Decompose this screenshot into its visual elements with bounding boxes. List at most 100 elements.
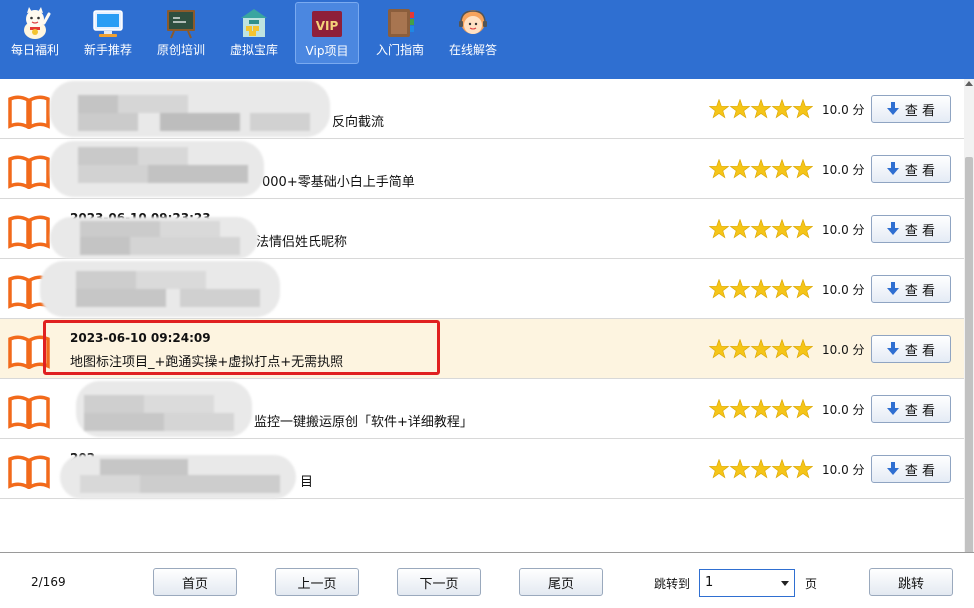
scroll-up-arrow-icon[interactable] bbox=[965, 81, 973, 86]
view-button[interactable]: 查 看 bbox=[871, 95, 951, 123]
toolbar-item-daily-welfare[interactable]: 每日福利 bbox=[3, 2, 67, 64]
last-page-button[interactable]: 尾页 bbox=[519, 568, 603, 596]
toolbar-item-label: 在线解答 bbox=[448, 43, 497, 57]
scrollbar-thumb[interactable] bbox=[965, 157, 973, 608]
page-select[interactable]: 1 bbox=[699, 569, 795, 597]
book-icon bbox=[8, 155, 50, 189]
view-button-label: 查 看 bbox=[904, 223, 936, 239]
star-icon bbox=[750, 279, 772, 299]
row-title: 地图标注项目_+跑通实操+虚拟打点+无需执照 bbox=[70, 355, 344, 370]
first-page-button[interactable]: 首页 bbox=[153, 568, 237, 596]
star-icon bbox=[750, 219, 772, 239]
view-button[interactable]: 查 看 bbox=[871, 215, 951, 243]
star-icon bbox=[750, 99, 772, 119]
row-score: 10.0 分 bbox=[822, 283, 865, 297]
toolbar-item-newbie[interactable]: 新手推荐 bbox=[76, 2, 140, 64]
row-title: 000+零基础小白上手简单 bbox=[262, 175, 415, 190]
star-icon bbox=[729, 159, 751, 179]
view-button[interactable]: 查 看 bbox=[871, 275, 951, 303]
top-toolbar: 每日福利 新手推荐 原创培训 虚拟宝库 VIP Vip项目 入门指南 在线解答 bbox=[0, 0, 974, 79]
toolbar-item-original-training[interactable]: 原创培训 bbox=[149, 2, 213, 64]
table-row[interactable]: 10.0 分 查 看 bbox=[0, 259, 964, 319]
star-icon bbox=[792, 339, 813, 359]
book-icon bbox=[8, 455, 50, 489]
page-info: 2/169 bbox=[31, 575, 66, 589]
book-icon bbox=[8, 335, 50, 369]
row-title: 监控一键搬运原创「软件+详细教程」 bbox=[254, 415, 473, 430]
star-icon bbox=[709, 159, 730, 179]
download-arrow-icon bbox=[886, 222, 899, 235]
download-arrow-icon bbox=[886, 342, 899, 355]
star-icon bbox=[792, 159, 813, 179]
toolbar-item-virtual-treasury[interactable]: 虚拟宝库 bbox=[222, 2, 286, 64]
star-icon bbox=[792, 399, 813, 419]
support-agent-icon bbox=[459, 10, 487, 34]
view-button-label: 查 看 bbox=[904, 283, 936, 299]
star-icon bbox=[771, 159, 793, 179]
row-score: 10.0 分 bbox=[822, 103, 865, 117]
rating-stars bbox=[709, 279, 813, 299]
row-score: 10.0 分 bbox=[822, 463, 865, 477]
treasure-house-icon bbox=[241, 9, 267, 37]
rating-stars bbox=[709, 99, 813, 119]
star-icon bbox=[750, 459, 772, 479]
view-button[interactable]: 查 看 bbox=[871, 155, 951, 183]
star-icon bbox=[792, 279, 813, 299]
rating-stars bbox=[709, 159, 813, 179]
star-icon bbox=[750, 159, 772, 179]
row-score: 10.0 分 bbox=[822, 223, 865, 237]
table-row[interactable]: 监控一键搬运原创「软件+详细教程」 10.0 分 查 看 bbox=[0, 379, 964, 439]
jump-button[interactable]: 跳转 bbox=[869, 568, 953, 596]
star-icon bbox=[729, 399, 751, 419]
toolbar-item-online-support[interactable]: 在线解答 bbox=[441, 2, 505, 64]
table-row[interactable]: 000+零基础小白上手简单 10.0 分 查 看 bbox=[0, 139, 964, 199]
star-icon bbox=[771, 99, 793, 119]
star-icon bbox=[771, 339, 793, 359]
toolbar-item-vip-projects[interactable]: VIP Vip项目 bbox=[295, 2, 359, 64]
star-icon bbox=[792, 459, 813, 479]
row-title: 目 bbox=[300, 475, 314, 490]
view-button-label: 查 看 bbox=[904, 103, 936, 119]
star-icon bbox=[729, 219, 751, 239]
star-icon bbox=[771, 279, 793, 299]
toolbar-item-label: 入门指南 bbox=[375, 43, 424, 57]
vip-badge-icon: VIP bbox=[312, 11, 342, 37]
monitor-icon bbox=[93, 10, 123, 37]
table-row[interactable]: 202 目 10.0 分 查 看 bbox=[0, 439, 964, 499]
toolbar-item-label: 原创培训 bbox=[156, 43, 205, 57]
toolbar-item-guide[interactable]: 入门指南 bbox=[368, 2, 432, 64]
table-row[interactable]: 2023-06-10 09:23:23 法情侣姓氏昵称 10.0 分 查 看 bbox=[0, 199, 964, 259]
toolbar-item-label: Vip项目 bbox=[305, 44, 349, 58]
star-icon bbox=[709, 99, 730, 119]
row-score: 10.0 分 bbox=[822, 343, 865, 357]
star-icon bbox=[709, 399, 730, 419]
toolbar-item-label: 每日福利 bbox=[10, 43, 59, 57]
view-button-label: 查 看 bbox=[904, 463, 936, 479]
view-button[interactable]: 查 看 bbox=[871, 455, 951, 483]
star-icon bbox=[771, 399, 793, 419]
star-icon bbox=[729, 99, 751, 119]
table-row-selected[interactable]: 2023-06-10 09:24:09 地图标注项目_+跑通实操+虚拟打点+无需… bbox=[0, 319, 964, 379]
star-icon bbox=[729, 279, 751, 299]
prev-page-button[interactable]: 上一页 bbox=[275, 568, 359, 596]
rating-stars bbox=[709, 339, 813, 359]
download-arrow-icon bbox=[886, 462, 899, 475]
row-score: 10.0 分 bbox=[822, 163, 865, 177]
chevron-down-icon[interactable] bbox=[781, 581, 789, 586]
star-icon bbox=[709, 459, 730, 479]
star-icon bbox=[729, 459, 751, 479]
vertical-scrollbar[interactable] bbox=[964, 79, 974, 608]
view-button[interactable]: 查 看 bbox=[871, 335, 951, 363]
row-score: 10.0 分 bbox=[822, 403, 865, 417]
view-button-label: 查 看 bbox=[904, 403, 936, 419]
blackboard-icon bbox=[167, 10, 195, 39]
download-arrow-icon bbox=[886, 162, 899, 175]
view-button[interactable]: 查 看 bbox=[871, 395, 951, 423]
star-icon bbox=[771, 219, 793, 239]
row-title: 法情侣姓氏昵称 bbox=[256, 235, 348, 250]
next-page-button[interactable]: 下一页 bbox=[397, 568, 481, 596]
row-title: 反向截流 bbox=[332, 115, 385, 130]
star-icon bbox=[709, 279, 730, 299]
table-row[interactable]: 反向截流 10.0 分 查 看 bbox=[0, 79, 964, 139]
star-icon bbox=[792, 99, 813, 119]
